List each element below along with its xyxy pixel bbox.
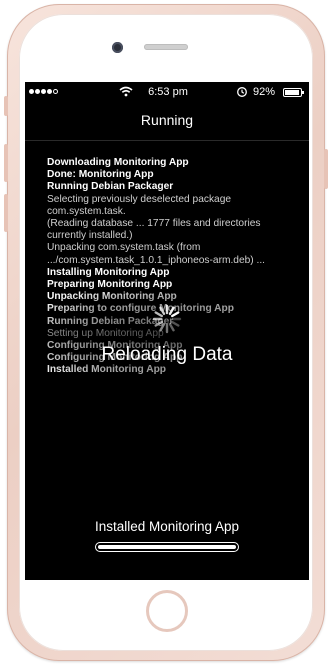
log-line: .../com.system.task_1.0.1_iphoneos-arm.d… — [47, 254, 265, 266]
phone-screen: 6:53 pm 92% Running Downloading Monitori… — [25, 82, 309, 580]
signal-dot — [41, 89, 46, 94]
volume-up-button — [4, 144, 8, 182]
spinner-spoke — [170, 320, 180, 327]
signal-dot — [47, 89, 52, 94]
wifi-icon — [119, 86, 133, 100]
spinner-icon — [152, 304, 182, 334]
power-button — [324, 149, 328, 189]
log-line: com.system.task. — [47, 205, 126, 217]
spinner-spoke — [168, 306, 175, 316]
log-line: Selecting previously deselected package — [47, 193, 232, 205]
log-line: Downloading Monitoring App — [47, 157, 189, 168]
install-progress-bar — [95, 542, 239, 552]
reloading-label: Reloading Data — [101, 344, 233, 365]
status-bar: 6:53 pm 92% — [25, 82, 309, 104]
log-line: Installing Monitoring App — [47, 266, 170, 278]
front-camera — [112, 42, 123, 53]
signal-strength — [29, 89, 58, 94]
signal-dot — [35, 89, 40, 94]
nav-divider — [25, 140, 309, 141]
log-line: Done: Monitoring App — [47, 169, 154, 181]
spinner-spoke — [170, 311, 180, 318]
spinner-spoke — [159, 322, 166, 332]
battery-percent: 92% — [253, 86, 276, 98]
signal-dot — [53, 89, 58, 94]
spinner-spoke — [159, 306, 166, 316]
volume-down-button — [4, 194, 8, 232]
alarm-icon — [236, 86, 248, 101]
spinner-spoke — [154, 320, 164, 327]
install-progress-fill — [98, 545, 236, 549]
mute-switch — [4, 96, 8, 116]
loading-overlay — [25, 287, 309, 387]
signal-dot — [29, 89, 34, 94]
log-line: Unpacking com.system.task (from — [47, 242, 201, 254]
earpiece-speaker — [144, 44, 188, 50]
install-status: Installed Monitoring App — [94, 519, 240, 534]
home-button[interactable] — [146, 590, 188, 632]
battery-level — [285, 90, 299, 95]
spinner-spoke — [168, 322, 175, 332]
status-time: 6:53 pm — [148, 86, 188, 98]
battery-icon — [283, 88, 304, 97]
nav-title: Running — [140, 112, 194, 128]
log-line: Running Debian Packager — [47, 181, 174, 193]
spinner-spoke — [154, 311, 164, 318]
log-line: (Reading database ... 1777 files and dir… — [47, 218, 261, 230]
log-line: currently installed.) — [47, 230, 133, 242]
